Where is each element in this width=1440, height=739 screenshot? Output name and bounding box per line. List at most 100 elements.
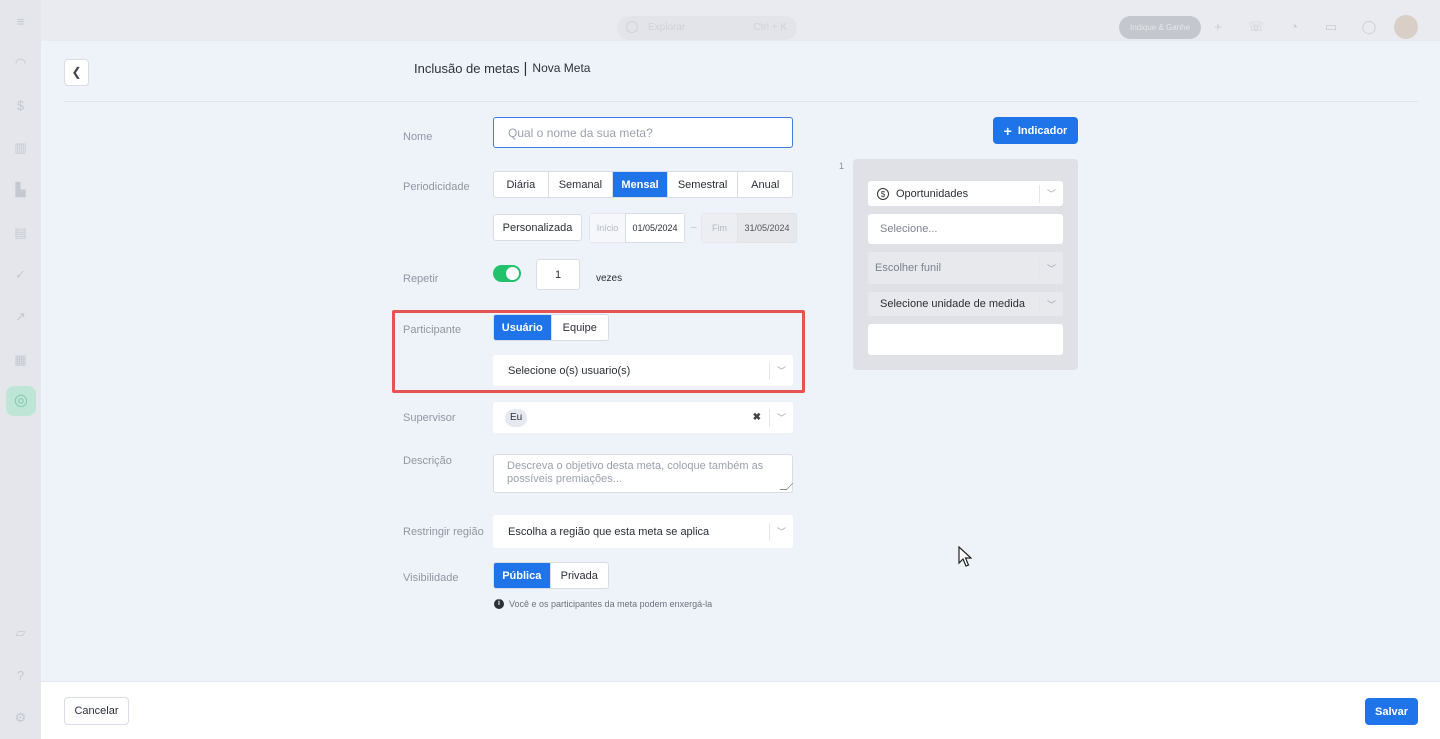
visibility-label: Visibilidade xyxy=(403,572,459,584)
add-indicator-label: Indicador xyxy=(1017,124,1068,137)
unit-placeholder: Selecione unidade de medida xyxy=(880,298,1025,310)
participant-label: Participante xyxy=(403,324,462,336)
clear-icon[interactable]: ✖ xyxy=(753,412,761,423)
visibility-segment: Pública Privada xyxy=(493,562,609,589)
building-icon[interactable]: ▥ xyxy=(12,139,29,156)
indique-button[interactable]: Indique & Ganhe xyxy=(1119,16,1201,39)
date-range-dash: – xyxy=(691,222,697,233)
start-date-caption: Início xyxy=(589,213,625,243)
title-sub: Nova Meta xyxy=(532,61,591,75)
participant-segment: Usuário Equipe xyxy=(493,314,609,341)
periodicity-segment: Diária Semanal Mensal Semestral Anual xyxy=(493,171,793,198)
add-indicator-button[interactable]: + Indicador xyxy=(993,117,1078,144)
participant-option-equipe[interactable]: Equipe xyxy=(552,315,609,340)
toggle-knob xyxy=(506,267,519,280)
target-icon[interactable]: ◎ xyxy=(6,386,36,416)
chevron-left-icon: ❮ xyxy=(71,65,82,79)
check-icon[interactable]: ✓ xyxy=(12,266,29,283)
indicator-option-select[interactable]: Selecione... xyxy=(868,214,1063,244)
supervisor-chip[interactable]: Eu xyxy=(505,408,528,427)
indicator-card: $ Oportunidades ﹀ Selecione... Escolher … xyxy=(853,159,1078,370)
periodicity-option-mensal[interactable]: Mensal xyxy=(613,172,668,197)
name-input[interactable] xyxy=(493,117,793,148)
app-sidebar: ≡ ◠ $ ▥ ▙ ▤ ✓ ↗ ▦ ◎ ▱ ? ⚙ xyxy=(0,0,41,739)
name-label: Nome xyxy=(403,131,433,143)
bell-icon[interactable]: ◔ xyxy=(1286,19,1302,35)
modal-footer: Cancelar Salvar xyxy=(41,681,1440,739)
back-button[interactable]: ❮ xyxy=(64,59,89,86)
periodicity-option-diaria[interactable]: Diária xyxy=(494,172,549,197)
plus-icon: + xyxy=(1003,122,1012,139)
participant-option-usuario[interactable]: Usuário xyxy=(494,315,552,340)
visibility-info-text: Você e os participantes da meta podem en… xyxy=(509,599,713,609)
trend-icon[interactable]: ↗ xyxy=(12,308,29,325)
plus-icon[interactable]: + xyxy=(1210,19,1226,35)
check-circle-icon[interactable]: ◯ xyxy=(1361,19,1377,35)
chevron-down-icon: ﹀ xyxy=(776,366,786,376)
end-date-caption: Fim xyxy=(701,213,737,243)
repeat-suffix: vezes xyxy=(596,273,623,284)
dollar-icon: $ xyxy=(877,187,889,200)
periodicity-option-semestral[interactable]: Semestral xyxy=(668,172,739,197)
grid-icon[interactable]: ▦ xyxy=(12,351,29,368)
gear-icon[interactable]: ⚙ xyxy=(12,709,29,726)
search-icon xyxy=(626,21,638,33)
inbox-icon[interactable]: ▭ xyxy=(1323,19,1339,35)
calendar-icon[interactable]: ▤ xyxy=(12,224,29,241)
indicator-value-input[interactable] xyxy=(868,324,1063,355)
start-date[interactable]: Início 01/05/2024 xyxy=(589,213,685,243)
supervisor-label: Supervisor xyxy=(403,412,456,424)
visibility-option-publica[interactable]: Pública xyxy=(494,563,551,588)
title-separator: | xyxy=(523,59,528,77)
repeat-toggle[interactable] xyxy=(493,265,521,282)
participant-user-select-text: Selecione o(s) usuario(s) xyxy=(508,364,631,377)
custom-period-button[interactable]: Personalizada xyxy=(493,214,582,241)
visibility-option-privada[interactable]: Privada xyxy=(551,563,608,588)
participant-user-select[interactable]: Selecione o(s) usuario(s) ﹀ xyxy=(493,355,793,386)
chart-icon[interactable]: ▙ xyxy=(12,181,29,198)
indicator-index: 1 xyxy=(839,161,845,171)
dashboard-icon[interactable]: ◠ xyxy=(12,54,29,71)
goal-modal: ❮ Inclusão de metas | Nova Meta Nome Per… xyxy=(41,41,1440,739)
periodicity-option-anual[interactable]: Anual xyxy=(738,172,792,197)
explore-shortcut: Ctrl + K xyxy=(753,22,787,33)
end-date: Fim 31/05/2024 xyxy=(701,213,797,243)
chevron-down-icon: ﹀ xyxy=(1046,189,1056,199)
chevron-down-icon: ﹀ xyxy=(1046,299,1056,310)
region-label: Restringir região xyxy=(403,526,484,538)
dollar-icon[interactable]: $ xyxy=(12,97,29,114)
title-main: Inclusão de metas xyxy=(414,60,520,76)
indicator-option-placeholder: Selecione... xyxy=(880,223,938,235)
cancel-button[interactable]: Cancelar xyxy=(64,697,129,725)
info-icon: i xyxy=(494,599,504,609)
periodicity-option-semanal[interactable]: Semanal xyxy=(549,172,614,197)
description-label: Descrição xyxy=(403,455,452,467)
visibility-info: i Você e os participantes da meta podem … xyxy=(494,599,712,609)
help-icon[interactable]: ? xyxy=(12,667,29,684)
region-select[interactable]: Escolha a região que esta meta se aplica… xyxy=(493,515,793,548)
chevron-down-icon: ﹀ xyxy=(1046,263,1056,274)
avatar[interactable] xyxy=(1394,15,1418,39)
supervisor-select[interactable]: Eu ✖ ﹀ xyxy=(493,402,793,433)
funnel-placeholder: Escolher funil xyxy=(875,262,942,274)
chevron-down-icon: ﹀ xyxy=(776,527,786,537)
app-topbar: Explorar Ctrl + K Indique & Ganhe + ☏ ◔ … xyxy=(0,0,1440,41)
save-button[interactable]: Salvar xyxy=(1365,698,1418,725)
chevron-down-icon: ﹀ xyxy=(776,413,786,423)
explore-search[interactable]: Explorar Ctrl + K xyxy=(617,16,797,40)
description-textarea[interactable]: Descreva o objetivo desta meta, coloque … xyxy=(493,454,794,493)
explore-label: Explorar xyxy=(648,22,686,33)
menu-icon[interactable]: ≡ xyxy=(12,13,29,30)
end-date-value: 31/05/2024 xyxy=(737,213,797,243)
description-placeholder: Descreva o objetivo desta meta, coloque … xyxy=(507,460,764,485)
funnel-select: Escolher funil ﹀ xyxy=(868,252,1063,284)
start-date-value[interactable]: 01/05/2024 xyxy=(625,213,685,243)
indicator-type-select[interactable]: $ Oportunidades ﹀ xyxy=(868,181,1063,206)
layers-icon[interactable]: ▱ xyxy=(12,624,29,641)
page-title: Inclusão de metas | Nova Meta xyxy=(414,59,591,77)
header-divider xyxy=(64,101,1418,102)
unit-select: Selecione unidade de medida ﹀ xyxy=(868,292,1063,316)
resize-handle[interactable] xyxy=(779,483,794,490)
repeat-count-input[interactable]: 1 xyxy=(536,259,580,290)
phone-icon[interactable]: ☏ xyxy=(1248,19,1264,35)
